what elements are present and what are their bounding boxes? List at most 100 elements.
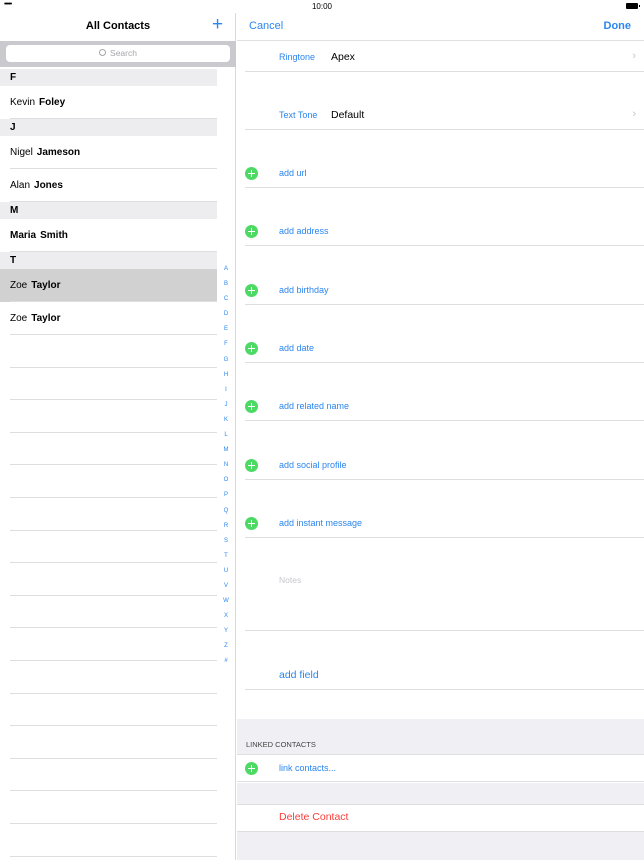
contact-last-name: Taylor: [31, 313, 61, 324]
add-row-label: add birthday: [279, 284, 329, 295]
index-letter[interactable]: X: [219, 609, 233, 624]
contact-first-name: Zoe: [10, 280, 28, 291]
cancel-button[interactable]: Cancel: [249, 20, 283, 32]
contact-row[interactable]: Alan Jones: [0, 169, 217, 202]
plus-circle-icon[interactable]: [245, 762, 258, 775]
index-letter[interactable]: T: [219, 549, 233, 564]
section-header-t: T: [0, 252, 217, 269]
index-letter[interactable]: G: [219, 353, 233, 368]
delete-contact-button[interactable]: Delete Contact: [279, 811, 348, 823]
index-letter[interactable]: V: [219, 579, 233, 594]
empty-list-row: [0, 759, 217, 792]
index-letter[interactable]: H: [219, 368, 233, 383]
add-row[interactable]: add birthday: [245, 274, 644, 305]
empty-list-row: [0, 368, 217, 401]
link-contacts-row[interactable]: link contacts...: [237, 754, 644, 782]
index-letter[interactable]: D: [219, 307, 233, 322]
add-row[interactable]: add social profile: [245, 449, 644, 480]
contact-row[interactable]: Maria Smith: [0, 219, 217, 252]
plus-circle-icon[interactable]: [245, 225, 258, 239]
contact-row[interactable]: Zoe Taylor: [0, 302, 217, 335]
index-letter[interactable]: U: [219, 564, 233, 579]
index-letter[interactable]: A: [219, 262, 233, 277]
index-letter[interactable]: K: [219, 413, 233, 428]
contact-last-name: Jameson: [36, 147, 81, 158]
contact-last-name: Smith: [40, 230, 68, 241]
index-letter[interactable]: N: [219, 458, 233, 473]
add-row[interactable]: add date: [245, 332, 644, 363]
empty-list-row: [0, 596, 217, 629]
add-row[interactable]: add related name: [245, 390, 644, 422]
index-letter[interactable]: C: [219, 292, 233, 307]
contact-row-selected[interactable]: Zoe Taylor: [0, 269, 217, 302]
add-row-label: add social profile: [279, 459, 347, 470]
add-row-label: add url: [279, 168, 307, 178]
contact-first-name: Alan: [10, 180, 31, 191]
index-letter[interactable]: S: [219, 534, 233, 549]
contact-first-name: Nigel: [10, 147, 33, 158]
empty-list-row: [0, 726, 217, 759]
index-letter[interactable]: B: [219, 277, 233, 292]
index-letter[interactable]: L: [219, 428, 233, 443]
index-letter[interactable]: E: [219, 322, 233, 337]
contact-last-name: Foley: [39, 97, 66, 108]
search-input[interactable]: Search: [6, 45, 230, 62]
empty-list-row: [0, 563, 217, 596]
plus-circle-icon[interactable]: [245, 458, 258, 472]
linked-contacts-header: LINKED CONTACTS: [246, 740, 316, 749]
index-letter[interactable]: P: [219, 488, 233, 503]
index-letter[interactable]: Y: [219, 624, 233, 639]
text-tone-row[interactable]: Text Tone Default ›: [245, 99, 644, 130]
plus-circle-icon[interactable]: [245, 400, 258, 414]
contacts-list-panel: All Contacts + Search F Kevin Foley J Nig…: [0, 13, 236, 860]
index-letter[interactable]: W: [219, 594, 233, 609]
ringtone-row[interactable]: Ringtone Apex ›: [245, 41, 644, 72]
chevron-right-icon: ›: [632, 108, 636, 120]
empty-list-row: [0, 824, 217, 857]
index-letter[interactable]: R: [219, 519, 233, 534]
index-letter[interactable]: #: [219, 654, 233, 669]
empty-list-row: [0, 335, 217, 368]
empty-list-row: [0, 661, 217, 694]
index-letter[interactable]: I: [219, 383, 233, 398]
empty-list-row: [0, 628, 217, 661]
add-row[interactable]: add instant message: [245, 507, 644, 538]
index-letter[interactable]: M: [219, 443, 233, 458]
empty-rows: [0, 335, 217, 857]
contact-row[interactable]: Kevin Foley: [0, 86, 217, 119]
plus-circle-icon[interactable]: [245, 341, 258, 355]
notes-field[interactable]: Notes: [279, 575, 301, 585]
index-letter[interactable]: Z: [219, 639, 233, 654]
empty-list-row: [0, 694, 217, 727]
empty-list-row: [0, 400, 217, 433]
alphabet-index[interactable]: A B C D E F G H I J K L M N O P Q R S T U V W X Y Z #: [219, 262, 233, 670]
index-letter[interactable]: F: [219, 337, 233, 352]
status-time: 10:00: [311, 2, 333, 11]
add-row-label: add date: [279, 342, 315, 353]
empty-list-row: [0, 465, 217, 498]
status-bar: ••••• 10:00: [0, 0, 644, 13]
ringtone-label: Ringtone: [279, 52, 316, 62]
contact-first-name: Maria: [10, 230, 37, 241]
list-header: All Contacts +: [0, 13, 236, 41]
search-bar: Search: [0, 41, 236, 67]
add-field-label: add field: [279, 669, 319, 681]
contact-first-name: Kevin: [10, 97, 36, 108]
add-row[interactable]: add address: [245, 215, 644, 247]
section-header-f: F: [0, 69, 217, 86]
plus-circle-icon[interactable]: [245, 516, 258, 530]
add-contact-button[interactable]: +: [212, 14, 223, 36]
index-letter[interactable]: J: [219, 398, 233, 413]
add-row[interactable]: add url: [245, 157, 644, 188]
chevron-right-icon: ›: [632, 50, 636, 62]
index-letter[interactable]: Q: [219, 504, 233, 519]
add-row-label: add instant message: [279, 517, 363, 528]
contact-last-name: Taylor: [31, 280, 61, 291]
edit-header: Cancel Done: [237, 13, 644, 41]
plus-circle-icon[interactable]: [245, 283, 258, 297]
done-button[interactable]: Done: [604, 20, 632, 32]
contact-row[interactable]: Nigel Jameson: [0, 136, 217, 169]
add-field-row[interactable]: add field: [245, 659, 644, 690]
plus-circle-icon[interactable]: [245, 167, 258, 180]
index-letter[interactable]: O: [219, 473, 233, 488]
